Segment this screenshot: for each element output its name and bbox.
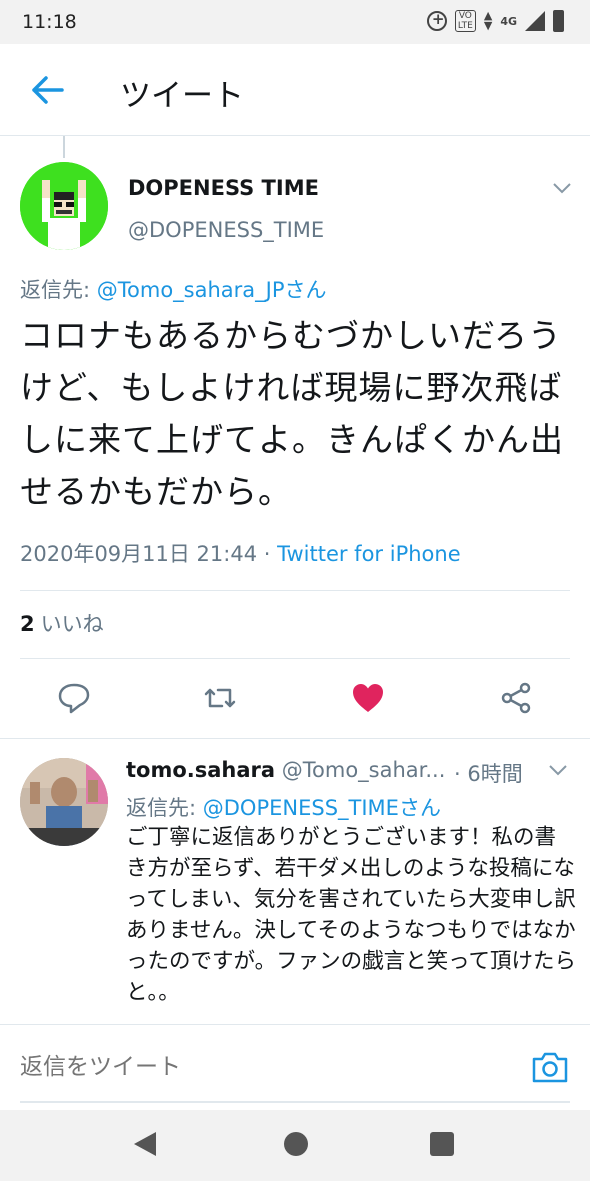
tweet-meta: 2020年09月11日 21:44 · Twitter for iPhone [20, 538, 461, 568]
reply-icon[interactable] [56, 680, 92, 716]
status-bar: 11:18 VOLTE ▲▼ 4G [0, 0, 590, 44]
likes-count[interactable]: 2 いいね [20, 608, 104, 638]
avatar-photo-icon [20, 758, 108, 846]
chevron-down-icon[interactable] [550, 178, 574, 198]
like-heart-icon[interactable] [350, 680, 386, 716]
back-arrow-icon[interactable] [28, 72, 68, 108]
author-avatar[interactable] [20, 162, 108, 250]
thread-connector [63, 136, 65, 158]
reply-avatar[interactable] [20, 758, 108, 846]
like-count-label: いいね [40, 612, 104, 636]
nav-recents-icon[interactable] [430, 1132, 454, 1156]
reply-author-handle[interactable]: @Tomo_sahar... [275, 758, 446, 782]
divider [20, 658, 570, 659]
reply-input[interactable] [20, 1053, 316, 1080]
reply-timestamp: · 6時間 [454, 762, 523, 786]
composer-underline [20, 1101, 570, 1103]
author-handle[interactable]: @DOPENESS_TIME [128, 218, 324, 242]
reply-to-mention[interactable]: @DOPENESS_TIMEさん [203, 796, 441, 820]
page-title: ツイート [120, 78, 244, 114]
status-time: 11:18 [22, 11, 77, 33]
data-saver-icon [426, 10, 447, 31]
reply-composer [0, 1024, 590, 1110]
volte-icon: VO LTE [454, 10, 476, 32]
reply-to-line: 返信先: @Tomo_sahara_JPさん [20, 274, 327, 304]
signal-icon [525, 11, 545, 31]
reply-header: tomo.sahara @Tomo_sahar... [126, 758, 445, 782]
reply-to-mention[interactable]: @Tomo_sahara_JPさん [97, 278, 327, 302]
chevron-down-icon[interactable] [546, 760, 570, 780]
tweet-source[interactable]: Twitter for iPhone [277, 542, 461, 566]
reply-author-name[interactable]: tomo.sahara [126, 758, 275, 782]
data-arrows-icon: ▲ ▼ [483, 9, 493, 32]
tweet-date: 2020年09月11日 21:44 [20, 542, 258, 566]
avatar-character-icon [20, 162, 108, 250]
app-header: ツイート [0, 44, 590, 136]
retweet-icon[interactable] [202, 680, 238, 716]
network-type: 4G [500, 14, 517, 28]
reply-text: ご丁寧に返信ありがとうございます！私の書き方が至らず、若干ダメ出しのような投稿に… [126, 825, 576, 1005]
camera-icon[interactable] [530, 1049, 570, 1085]
nav-back-icon[interactable] [134, 1132, 156, 1156]
nav-home-icon[interactable] [284, 1132, 308, 1156]
tweet-text: コロナもあるからむづかしいだろうけど、もしよければ現場に野次飛ばしに来て上げてよ… [20, 316, 564, 511]
author-name[interactable]: DOPENESS TIME [128, 176, 319, 200]
like-count-number: 2 [20, 612, 35, 636]
divider [20, 590, 570, 591]
meta-separator: · [257, 542, 278, 566]
reply-to-line: 返信先: @DOPENESS_TIMEさん [126, 792, 441, 822]
reply-to-prefix: 返信先: [126, 796, 203, 820]
tweet-actions [0, 672, 590, 724]
system-nav-bar [0, 1110, 590, 1181]
share-icon[interactable] [498, 680, 534, 716]
status-icons: VOLTE ▲▼ 4G [426, 9, 564, 32]
battery-icon [553, 10, 564, 32]
divider [0, 738, 590, 739]
reply-to-prefix: 返信先: [20, 278, 97, 302]
